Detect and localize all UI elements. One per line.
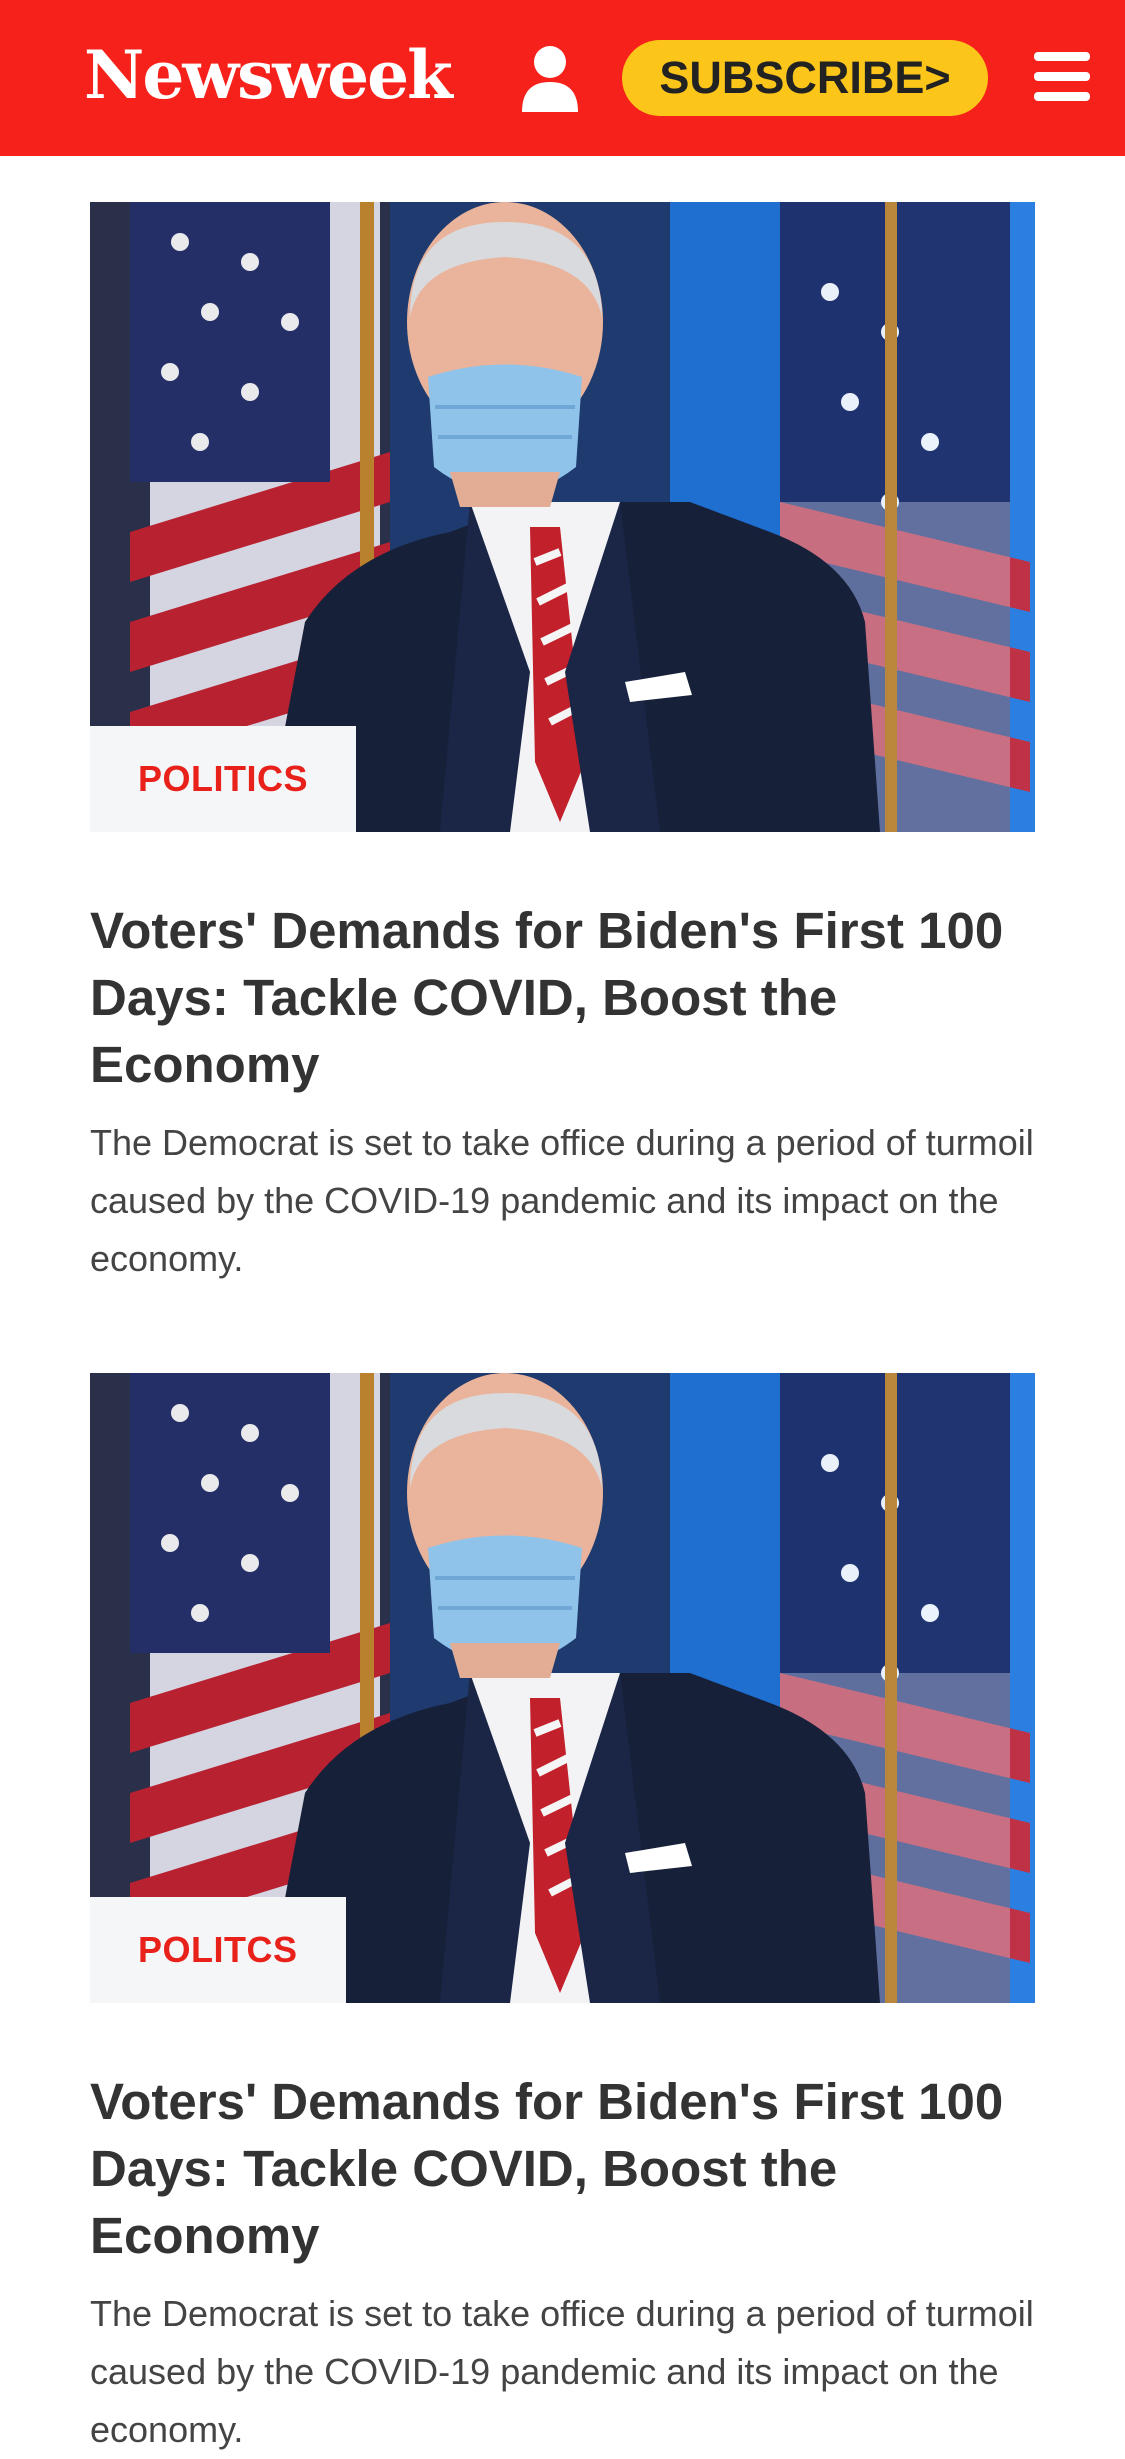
subscribe-button[interactable]: SUBSCRIBE> <box>622 40 988 116</box>
category-tag[interactable]: POLITCS <box>90 1897 346 2003</box>
category-tag[interactable]: POLITICS <box>90 726 357 832</box>
hamburger-menu-icon[interactable] <box>1034 52 1090 102</box>
article-summary: The Democrat is set to take office durin… <box>90 2293 1034 2450</box>
article-headline[interactable]: Voters' Demands for Biden's First 100 Da… <box>90 897 1035 1098</box>
article-image[interactable]: POLITCS <box>90 1373 1035 2003</box>
newsweek-logo[interactable]: Newsweek <box>84 30 453 120</box>
user-icon[interactable] <box>520 44 580 112</box>
article-headline[interactable]: Voters' Demands for Biden's First 100 Da… <box>90 2068 1035 2269</box>
article-card[interactable]: POLITCS Voters' Demands for Biden's Firs… <box>90 1373 1035 2450</box>
site-header: Newsweek SUBSCRIBE> <box>0 0 1125 156</box>
article-image[interactable]: POLITICS <box>90 202 1035 832</box>
article-summary: The Democrat is set to take office durin… <box>90 1122 1034 1279</box>
article-card[interactable]: POLITICS Voters' Demands for Biden's Fir… <box>90 202 1035 1322</box>
